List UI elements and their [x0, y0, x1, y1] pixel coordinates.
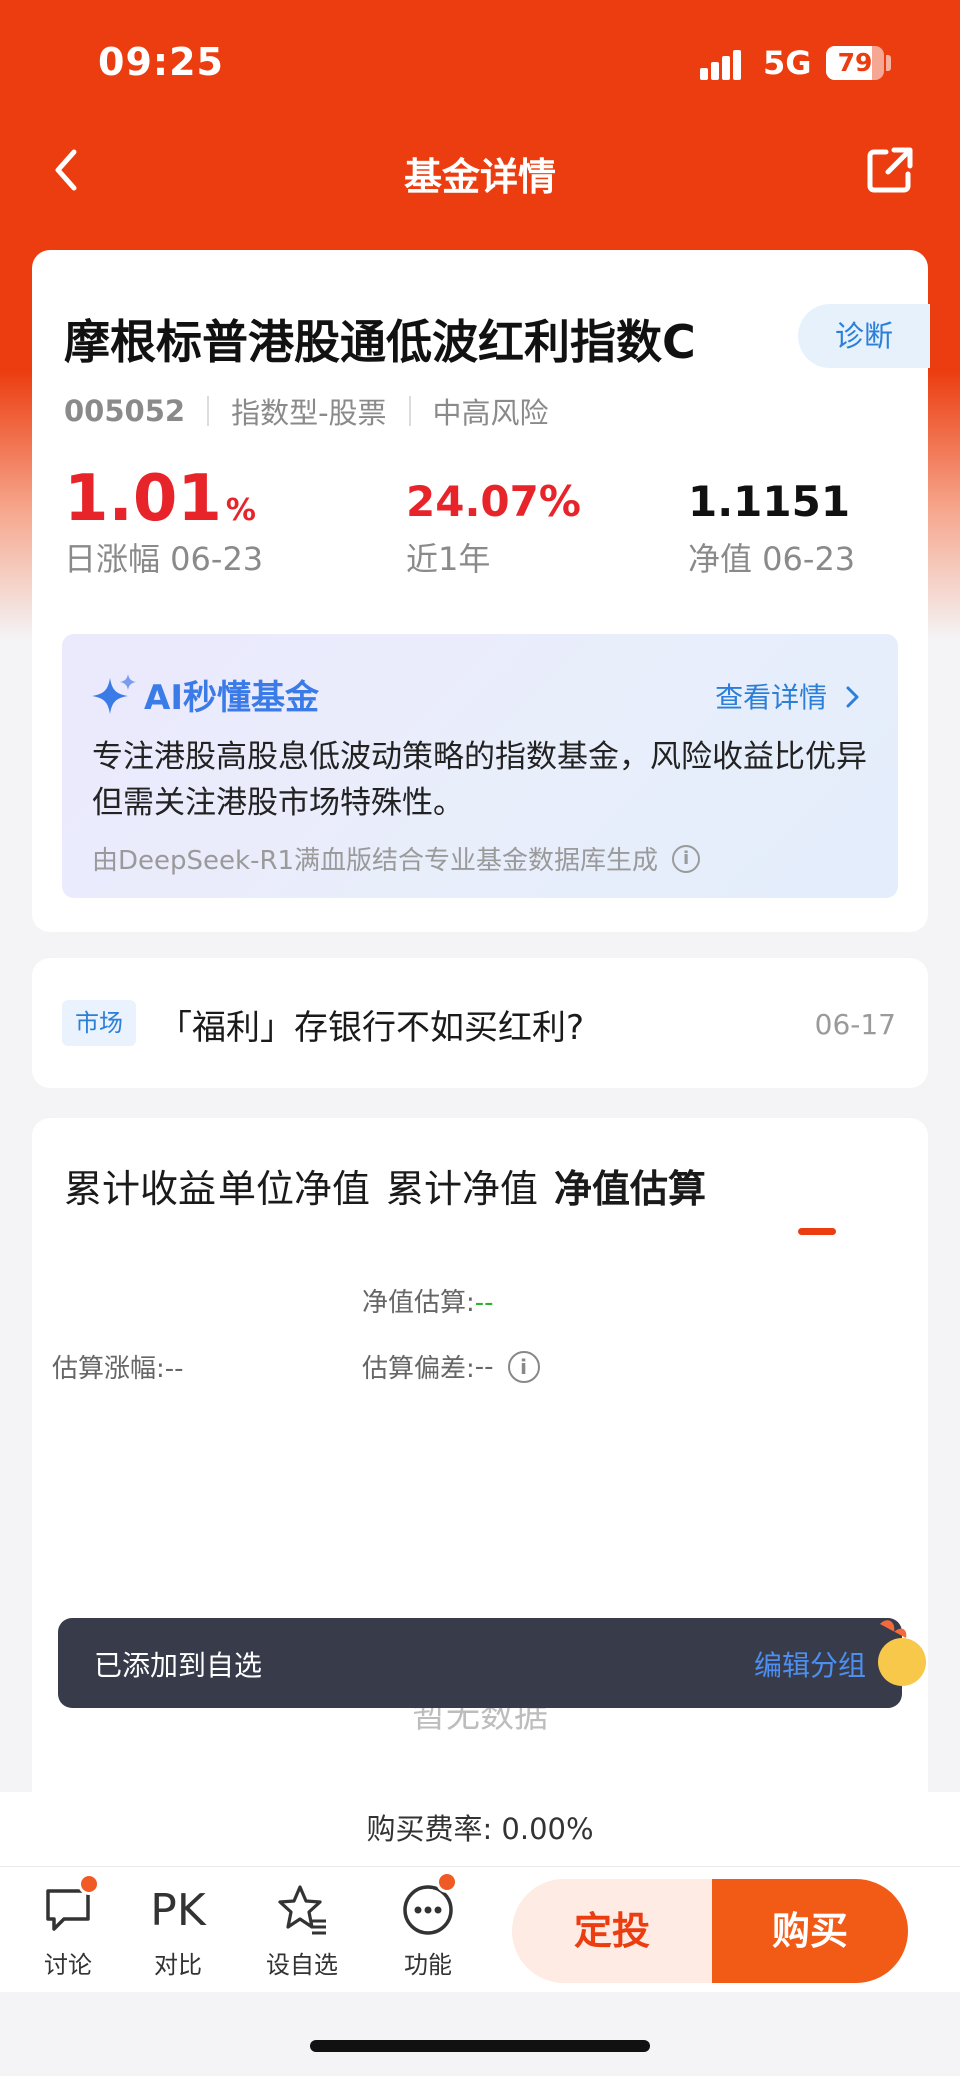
- tab-cumulative-return[interactable]: 累计收益: [64, 1158, 216, 1213]
- discussion-button[interactable]: 讨论: [18, 1873, 118, 1980]
- fund-summary-card: 摩根标普港股通低波红利指数C 诊断 005052 指数型-股票 中高风险 1.0…: [32, 250, 930, 932]
- share-icon[interactable]: [864, 144, 916, 196]
- battery-nub: [886, 55, 891, 71]
- news-date: 06-17: [814, 1008, 896, 1041]
- divider: [408, 396, 411, 426]
- est-deviation-label: 估算偏差:: [362, 1354, 475, 1384]
- year-return-value: 24.07%: [406, 477, 581, 526]
- fund-code: 005052: [64, 394, 186, 428]
- ai-title-text: AI秒懂基金: [144, 678, 319, 718]
- year-return-stat: 24.07% 近1年: [406, 462, 581, 580]
- news-card[interactable]: 市场 「福利」存银行不如买红利? 06-17: [32, 958, 928, 1088]
- year-return-label: 近1年: [406, 540, 491, 578]
- tab-nav-estimate[interactable]: 净值估算: [554, 1158, 706, 1213]
- network-type: 5G: [763, 44, 812, 82]
- fund-risk: 中高风险: [432, 396, 549, 430]
- battery-level: 79: [837, 48, 873, 77]
- purchase-fee-rate: 购买费率: 0.00%: [0, 1792, 960, 1866]
- daily-change-unit: %: [225, 493, 256, 528]
- chart-card: 累计收益 单位净值 累计净值 净值估算 净值估算:-- 估算涨幅:-- 估算偏差…: [32, 1118, 928, 1818]
- ai-link-text: 查看详情: [715, 681, 828, 714]
- floating-mascot-icon[interactable]: [860, 1612, 930, 1692]
- nav-estimate-value: --: [474, 1288, 494, 1318]
- signal-icon: [700, 48, 750, 80]
- home-indicator[interactable]: [310, 2040, 650, 2052]
- nav-label: 净值 06-23: [688, 540, 856, 578]
- fund-name: 摩根标普港股通低波红利指数C: [64, 315, 696, 369]
- discussion-label: 讨论: [44, 1951, 92, 1979]
- est-change-row: 估算涨幅:--: [52, 1348, 184, 1385]
- nav-stat: 1.1151 净值 06-23: [688, 462, 855, 580]
- add-watchlist-button[interactable]: 设自选: [252, 1881, 352, 1980]
- news-tag: 市场: [62, 1000, 136, 1046]
- daily-change-value: 1.01: [64, 462, 222, 536]
- edit-group-button[interactable]: 编辑分组: [754, 1644, 866, 1684]
- nav-estimate-label: 净值估算:: [362, 1288, 475, 1318]
- ai-title: AI秒懂基金: [92, 670, 319, 719]
- compare-button[interactable]: PK 对比: [128, 1881, 228, 1980]
- tab-cumulative-nav[interactable]: 累计净值: [386, 1158, 538, 1213]
- daily-change-label: 日涨幅 06-23: [64, 540, 264, 578]
- functions-button[interactable]: 功能: [378, 1871, 478, 1980]
- compare-label: 对比: [154, 1951, 202, 1979]
- buy-button[interactable]: 购买: [712, 1879, 908, 1983]
- news-headline: 「福利」存银行不如买红利?: [158, 1008, 585, 1048]
- ai-note-text: 由DeepSeek-R1满血版结合专业基金数据库生成: [92, 846, 659, 876]
- star-list-icon: [278, 1885, 326, 1935]
- active-tab-indicator: [798, 1228, 836, 1235]
- ai-summary-box[interactable]: AI秒懂基金 查看详情 专注港股高股息低波动策略的指数基金，风险收益比优异但需关…: [62, 634, 898, 898]
- page-title: 基金详情: [403, 155, 556, 199]
- est-change-value: --: [164, 1354, 184, 1384]
- fund-type: 指数型-股票: [231, 396, 387, 430]
- status-bar: 09:25 5G 79: [0, 0, 960, 120]
- sip-button[interactable]: 定投: [512, 1879, 712, 1983]
- divider: [207, 396, 210, 426]
- tab-unit-nav[interactable]: 单位净值: [218, 1158, 370, 1213]
- diagnose-button[interactable]: 诊断: [798, 304, 930, 368]
- add-watchlist-label: 设自选: [266, 1951, 338, 1979]
- pk-icon: PK: [150, 1884, 206, 1936]
- info-icon[interactable]: i: [672, 844, 701, 873]
- chart-tabs: 累计收益 单位净值 累计净值 净值估算: [32, 1158, 928, 1238]
- ai-summary-text: 专注港股高股息低波动策略的指数基金，风险收益比优异但需关注港股市场特殊性。: [92, 739, 867, 821]
- notification-badge: [436, 1871, 458, 1893]
- chevron-right-icon: [846, 686, 859, 708]
- bottom-action-bar: 讨论 PK 对比 设自选 功能 定投 购买: [0, 1866, 960, 1992]
- est-deviation-value: --: [474, 1351, 494, 1382]
- toast: 已添加到自选 编辑分组: [58, 1618, 902, 1708]
- nav-estimate-row: 净值估算:--: [362, 1282, 494, 1319]
- battery-icon: 79: [826, 46, 884, 80]
- info-icon[interactable]: i: [507, 1350, 540, 1383]
- daily-change-stat: 1.01% 日涨幅 06-23: [64, 462, 263, 580]
- notification-badge: [78, 1873, 100, 1895]
- ai-view-details-link[interactable]: 查看详情: [715, 676, 862, 716]
- ai-source-note: 由DeepSeek-R1满血版结合专业基金数据库生成 i: [92, 840, 701, 877]
- navigation-bar: 基金详情: [0, 130, 960, 210]
- est-change-label: 估算涨幅:: [52, 1354, 165, 1384]
- nav-value: 1.1151: [688, 477, 851, 526]
- est-deviation-row: 估算偏差: -- i: [362, 1348, 540, 1385]
- sparkle-icon: [92, 673, 136, 714]
- status-time: 09:25: [98, 40, 224, 84]
- fund-meta: 005052 指数型-股票 中高风险: [64, 390, 549, 432]
- functions-label: 功能: [404, 1951, 452, 1979]
- toast-message: 已添加到自选: [94, 1649, 263, 1682]
